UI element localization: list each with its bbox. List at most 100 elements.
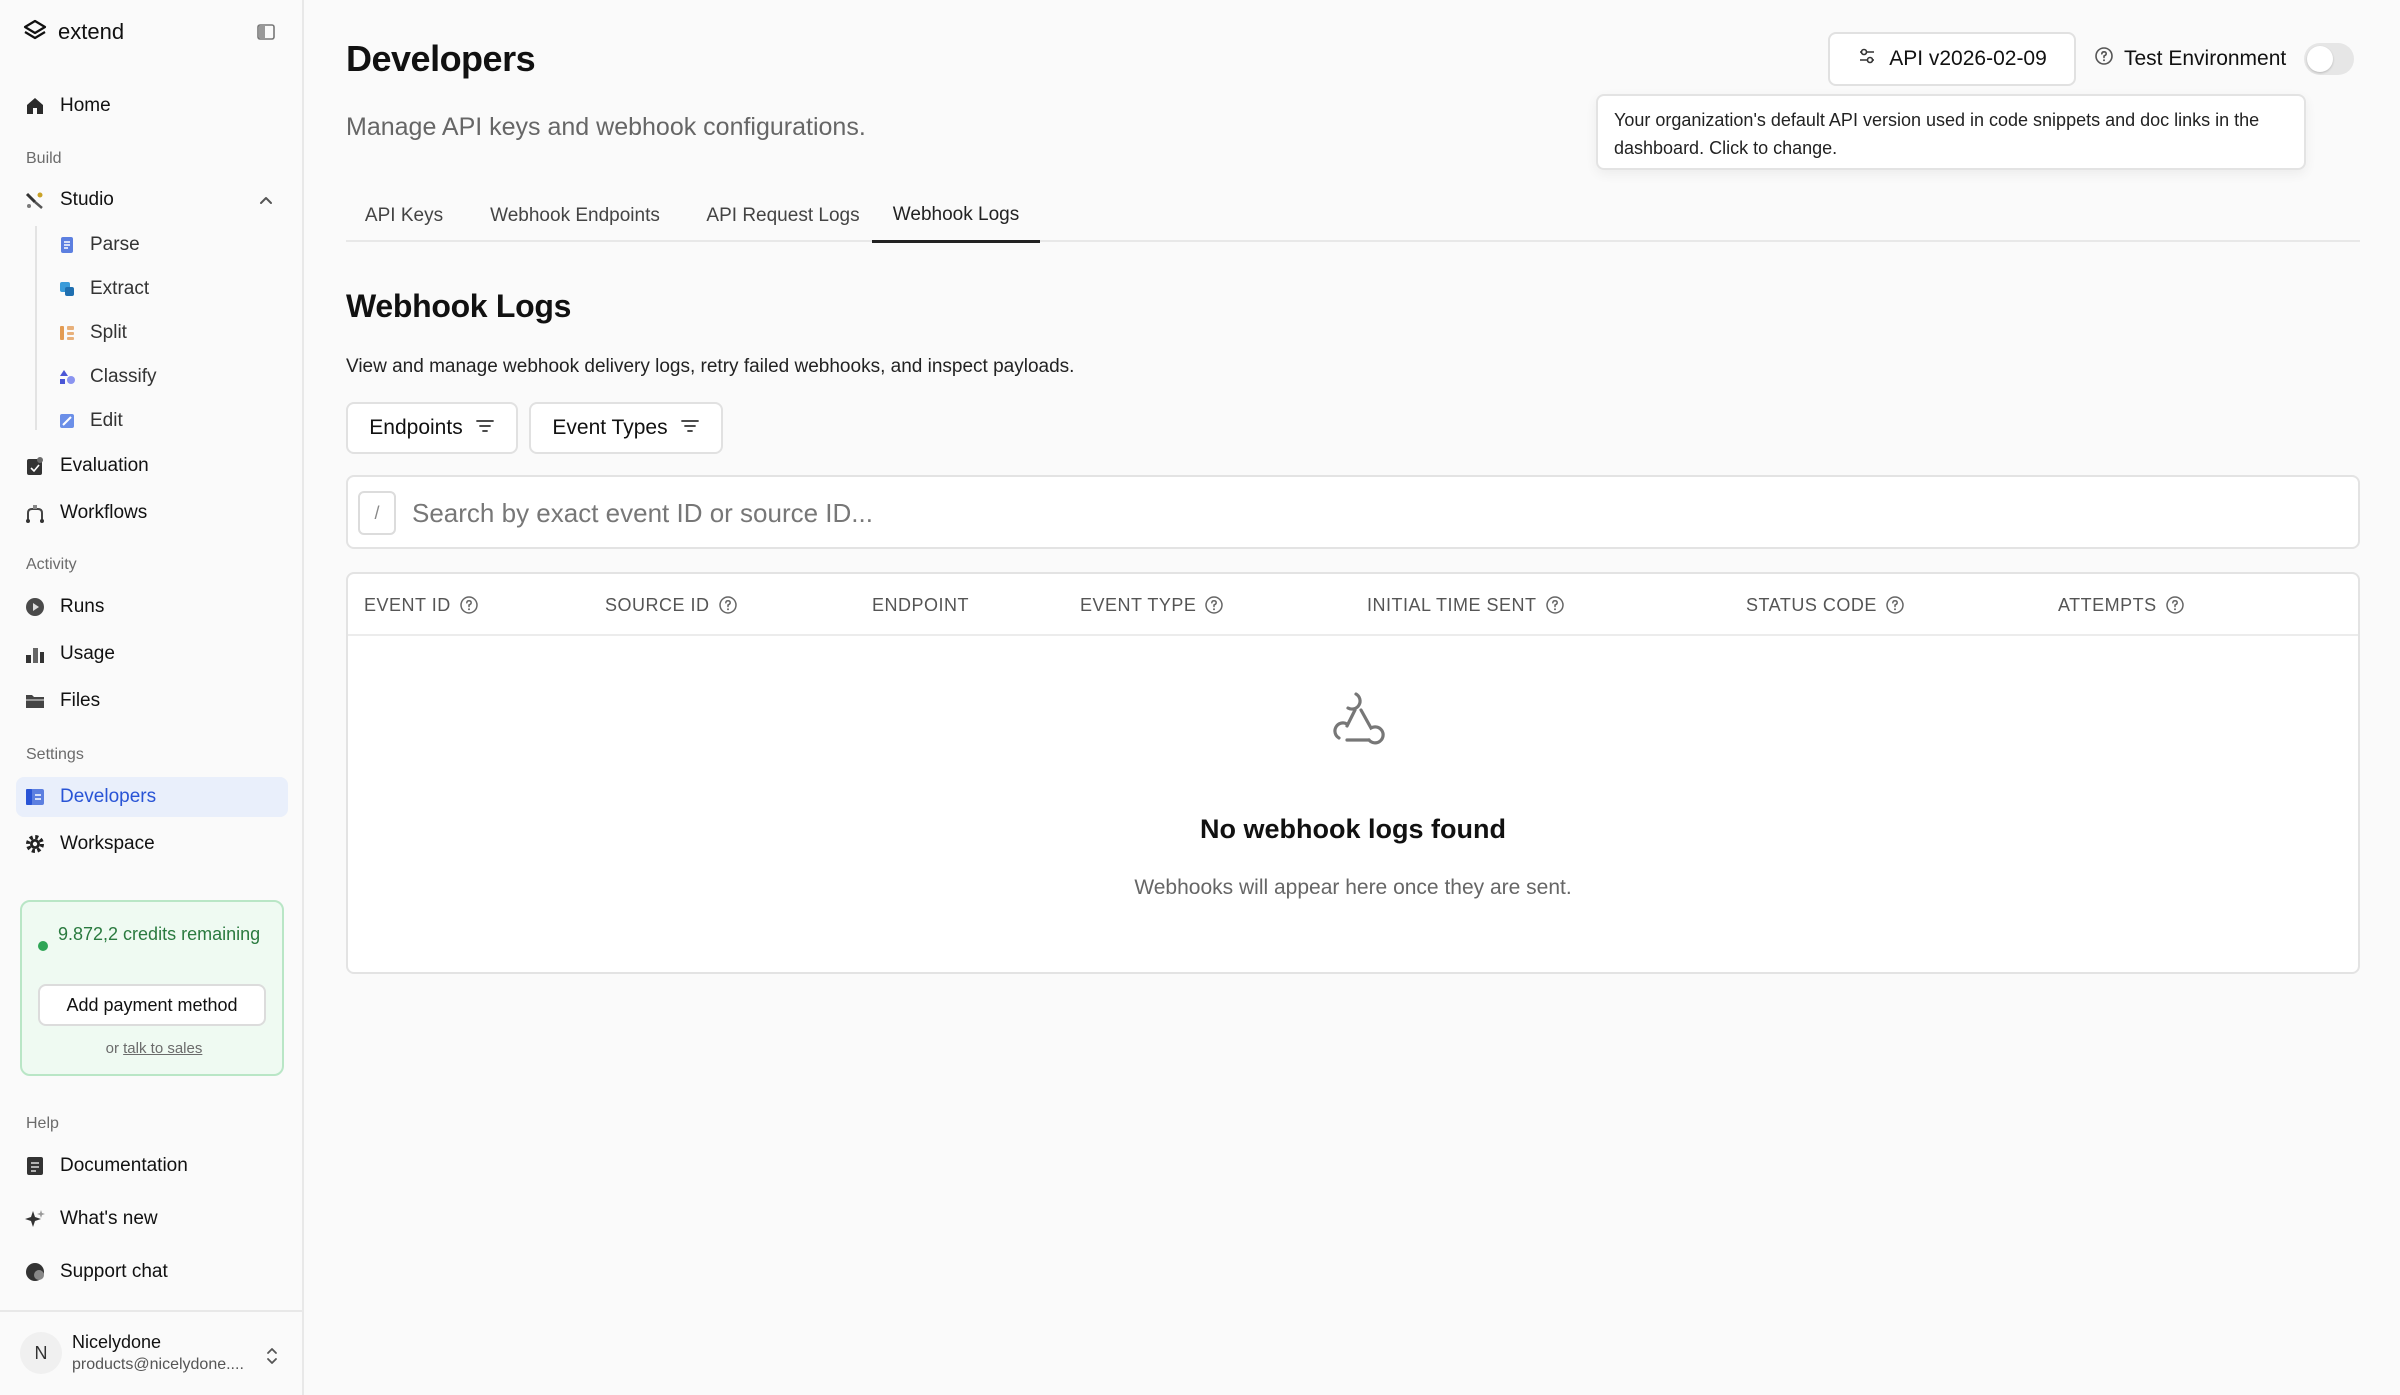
edit-icon [56, 410, 78, 432]
documentation-icon [24, 1155, 46, 1177]
section-description: View and manage webhook delivery logs, r… [346, 356, 1075, 377]
sidebar-item-label: Usage [60, 643, 115, 664]
keyboard-shortcut-hint: / [358, 491, 396, 535]
column-label: SOURCE ID [605, 594, 710, 615]
avatar: N [20, 1332, 62, 1374]
brand-name: extend [58, 19, 125, 44]
tab-webhook-endpoints[interactable]: Webhook Endpoints [480, 190, 670, 242]
column-header-status-code[interactable]: STATUS CODE [1746, 574, 1905, 636]
credits-status-dot [38, 941, 48, 951]
api-version-tooltip: Your organization's default API version … [1596, 94, 2306, 170]
sidebar-item-whats-new[interactable]: What's new [16, 1199, 288, 1239]
sidebar-item-classify[interactable]: Classify [56, 359, 157, 395]
sidebar-item-label: Workspace [60, 833, 155, 854]
column-label: STATUS CODE [1746, 594, 1877, 615]
talk-to-sales-row: or talk to sales [22, 1040, 286, 1057]
sidebar: extend Home Build Studio Parse Extract S… [0, 0, 304, 1395]
test-environment-label: Test Environment [2124, 47, 2287, 70]
column-label: INITIAL TIME SENT [1367, 594, 1537, 615]
sidebar-item-edit[interactable]: Edit [56, 403, 123, 439]
event-types-filter-button[interactable]: Event Types [529, 402, 723, 454]
sidebar-item-files[interactable]: Files [16, 681, 288, 721]
webhook-logs-table: EVENT ID SOURCE ID ENDPOINT EVENT TYPE I… [346, 572, 2360, 974]
sidebar-item-label: Parse [90, 234, 140, 255]
column-header-source-id[interactable]: SOURCE ID [605, 574, 738, 636]
section-label-settings: Settings [26, 746, 84, 763]
home-icon [24, 95, 46, 117]
sidebar-item-label: Developers [60, 786, 157, 807]
gear-icon [24, 833, 46, 855]
sidebar-item-parse[interactable]: Parse [56, 227, 140, 263]
section-label-build: Build [26, 150, 62, 167]
sidebar-item-split[interactable]: Split [56, 315, 127, 351]
column-header-event-type[interactable]: EVENT TYPE [1080, 574, 1224, 636]
empty-state-subtitle: Webhooks will appear here once they are … [1134, 876, 1572, 899]
sidebar-item-support-chat[interactable]: Support chat [16, 1252, 288, 1292]
sidebar-item-evaluation[interactable]: Evaluation [16, 446, 288, 486]
webhook-icon [1333, 692, 1385, 745]
sidebar-item-label: Workflows [60, 502, 148, 523]
sidebar-item-label: Home [60, 95, 111, 116]
developers-icon [24, 786, 46, 808]
sidebar-item-workspace[interactable]: Workspace [16, 824, 288, 864]
help-circle-icon[interactable] [2094, 46, 2114, 72]
column-label: ATTEMPTS [2058, 594, 2157, 615]
sidebar-item-home[interactable]: Home [16, 86, 288, 126]
help-circle-icon[interactable] [459, 595, 479, 615]
column-header-event-id[interactable]: EVENT ID [364, 574, 479, 636]
help-circle-icon[interactable] [1885, 595, 1905, 615]
page-title: Developers [346, 38, 536, 79]
empty-state: No webhook logs found Webhooks will appe… [348, 636, 2358, 974]
help-circle-icon[interactable] [1545, 595, 1565, 615]
section-title: Webhook Logs [346, 288, 572, 324]
help-circle-icon[interactable] [1204, 595, 1224, 615]
studio-tree-line [35, 226, 37, 430]
user-email: products@nicelydone.... [72, 1356, 244, 1373]
api-version-button[interactable]: API v2026-02-09 [1828, 32, 2076, 86]
tab-webhook-logs[interactable]: Webhook Logs [872, 190, 1040, 243]
talk-to-sales-link[interactable]: talk to sales [123, 1040, 202, 1057]
sidebar-item-developers[interactable]: Developers [16, 777, 288, 817]
sidebar-item-label: Runs [60, 596, 105, 617]
sidebar-item-runs[interactable]: Runs [16, 587, 288, 627]
filter-label: Event Types [552, 416, 668, 439]
user-menu[interactable]: N Nicelydone products@nicelydone.... [0, 1310, 304, 1395]
table-header: EVENT ID SOURCE ID ENDPOINT EVENT TYPE I… [348, 574, 2358, 636]
sidebar-item-label: Files [60, 690, 101, 711]
chevron-up-icon[interactable] [256, 190, 276, 210]
sidebar-item-label: Split [90, 322, 127, 343]
workflows-icon [24, 502, 46, 524]
sidebar-item-label: Support chat [60, 1261, 168, 1282]
empty-state-title: No webhook logs found [1200, 814, 1506, 844]
credits-remaining: 9.872,2 credits remaining [58, 924, 261, 944]
sidebar-item-studio[interactable]: Studio [16, 180, 288, 220]
chevron-up-down-icon[interactable] [262, 1344, 282, 1368]
help-circle-icon[interactable] [2165, 595, 2185, 615]
test-environment-toggle[interactable] [2304, 43, 2355, 75]
brand[interactable]: extend [22, 16, 124, 48]
user-name: Nicelydone [72, 1332, 162, 1352]
column-header-attempts[interactable]: ATTEMPTS [2058, 574, 2185, 636]
endpoints-filter-button[interactable]: Endpoints [346, 402, 518, 454]
tab-api-request-logs[interactable]: API Request Logs [686, 190, 880, 242]
collapse-sidebar-button[interactable] [254, 20, 278, 44]
tab-api-keys[interactable]: API Keys [346, 190, 462, 242]
extract-icon [56, 278, 78, 300]
evaluation-icon [24, 455, 46, 477]
sidebar-item-usage[interactable]: Usage [16, 634, 288, 674]
classify-icon [56, 366, 78, 388]
add-payment-method-button[interactable]: Add payment method [38, 984, 266, 1026]
credits-card: 9.872,2 credits remaining Add payment me… [20, 900, 284, 1076]
sidebar-item-extract[interactable]: Extract [56, 271, 149, 307]
sidebar-item-documentation[interactable]: Documentation [16, 1146, 288, 1186]
column-header-initial-time-sent[interactable]: INITIAL TIME SENT [1367, 574, 1565, 636]
talk-prefix: or [105, 1040, 119, 1057]
column-label: ENDPOINT [872, 594, 970, 615]
search-input[interactable] [412, 491, 2312, 535]
column-header-endpoint[interactable]: ENDPOINT [872, 574, 969, 636]
sidebar-item-workflows[interactable]: Workflows [16, 493, 288, 533]
help-circle-icon[interactable] [718, 595, 738, 615]
page-subtitle: Manage API keys and webhook configuratio… [346, 113, 866, 141]
test-environment-row: Test Environment [2094, 40, 2355, 78]
filter-label: Endpoints [369, 416, 463, 439]
